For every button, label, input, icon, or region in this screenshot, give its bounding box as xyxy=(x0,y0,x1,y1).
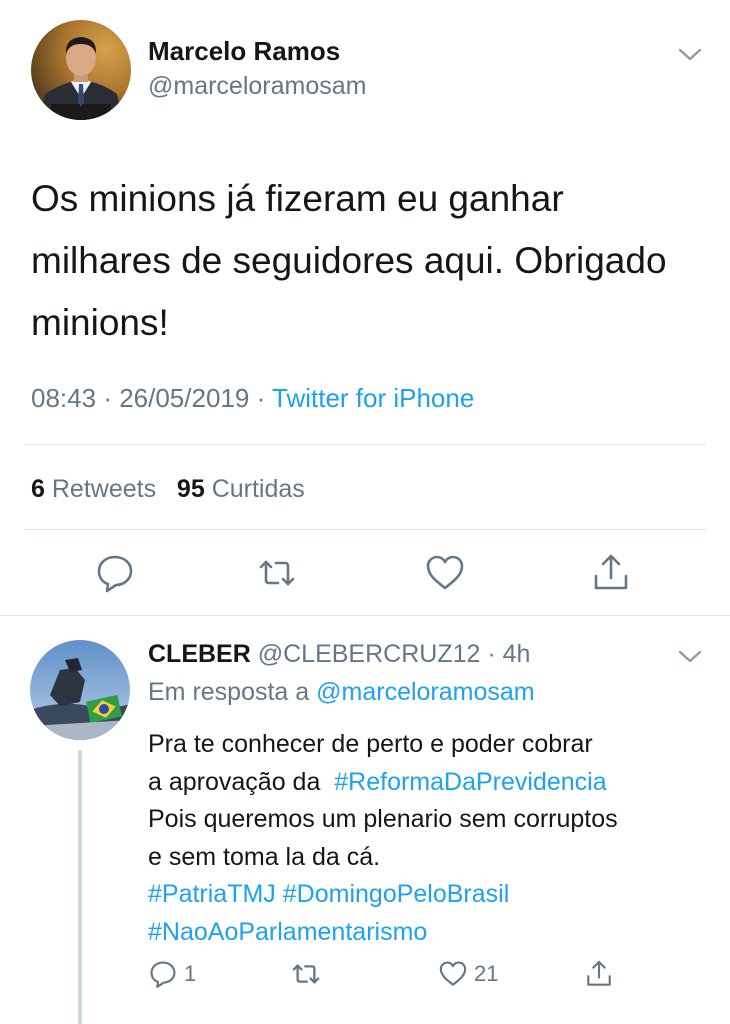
tweet-text-line: minions! xyxy=(31,302,169,343)
author-avatar[interactable] xyxy=(31,20,131,120)
tweet-meta: 08:43 · 26/05/2019 · Twitter for iPhone xyxy=(31,383,474,414)
reply-author-name[interactable]: CLEBER xyxy=(148,640,251,668)
replying-mention[interactable]: @marceloramosam xyxy=(316,678,534,706)
reply-header: CLEBER @CLEBERCRUZ12 · 4h xyxy=(148,640,530,669)
hashtag-link[interactable]: #ReformaDaPrevidencia xyxy=(334,768,606,796)
reply-text-line: #PatriaTMJ #DomingoPeloBrasil xyxy=(148,876,708,914)
reply-text-line: Pra te conhecer de perto e poder cobrar xyxy=(148,730,593,758)
main-tweet: Marcelo Ramos @marceloramosam Os minions… xyxy=(0,0,730,616)
meta-separator: · xyxy=(480,640,503,668)
reply-avatar[interactable] xyxy=(30,640,130,740)
likes-stat[interactable]: 95 Curtidas xyxy=(177,475,305,503)
reply-text-line: a aprovação da #ReformaDaPrevidencia xyxy=(148,764,708,802)
chevron-down-icon[interactable] xyxy=(676,642,704,670)
reply-count: 1 xyxy=(184,961,197,986)
divider xyxy=(24,529,706,530)
hashtag-link[interactable]: #PatriaTMJ xyxy=(148,880,276,908)
reply-author-handle[interactable]: @CLEBERCRUZ12 xyxy=(258,640,481,668)
retweets-count: 6 xyxy=(31,475,45,503)
reply-text-line: e sem toma la da cá. xyxy=(148,842,381,871)
meta-separator: · xyxy=(103,383,120,413)
tweet-text: Os minions já fizeram eu ganhar milhares… xyxy=(31,168,711,354)
tweet-text-line: Os minions já fizeram eu ganhar xyxy=(31,178,564,219)
replying-to: Em resposta a @marceloramosam xyxy=(148,678,535,707)
reply-text: Pra te conhecer de perto e poder cobrar … xyxy=(148,726,708,951)
retweets-label: Retweets xyxy=(51,475,157,503)
retweet-icon xyxy=(292,964,320,984)
reply-icon xyxy=(150,961,176,988)
reply-icon[interactable] xyxy=(94,552,136,594)
reply-share-button[interactable] xyxy=(584,956,614,992)
like-count: 21 xyxy=(474,961,499,986)
share-icon xyxy=(587,960,611,986)
reply-text-line: Pois queremos um plenario sem corruptos xyxy=(148,805,618,833)
chevron-down-icon[interactable] xyxy=(676,40,704,68)
likes-label: Curtidas xyxy=(211,475,305,503)
tweet-stats: 6 Retweets 95 Curtidas xyxy=(31,475,305,504)
tweet-actions xyxy=(0,552,730,600)
retweets-stat[interactable]: 6 Retweets xyxy=(31,475,156,503)
reply-text-line: #NaoAoParlamentarismo xyxy=(148,914,708,952)
share-icon[interactable] xyxy=(590,552,632,594)
like-icon[interactable] xyxy=(424,552,466,594)
reply-tweet[interactable]: CLEBER @CLEBERCRUZ12 · 4h Em resposta a … xyxy=(0,616,730,1024)
meta-separator: · xyxy=(256,383,272,413)
tweet-time[interactable]: 08:43 xyxy=(31,383,96,413)
retweet-icon[interactable] xyxy=(256,552,298,594)
reply-actions: 1 21 xyxy=(0,956,730,996)
tweet-text-line: milhares de seguidores aqui. Obrigado xyxy=(31,240,667,281)
author-handle[interactable]: @marceloramosam xyxy=(148,72,366,101)
like-icon xyxy=(439,961,467,986)
author-name[interactable]: Marcelo Ramos xyxy=(148,36,340,67)
reply-time: 4h xyxy=(502,640,531,668)
tweet-source-link[interactable]: Twitter for iPhone xyxy=(272,383,474,413)
reply-reply-button[interactable]: 1 xyxy=(148,956,196,992)
tweet-date[interactable]: 26/05/2019 xyxy=(119,383,249,413)
hashtag-link[interactable]: #NaoAoParlamentarismo xyxy=(148,918,427,946)
divider xyxy=(24,444,706,445)
hashtag-link[interactable]: #DomingoPeloBrasil xyxy=(283,880,510,908)
likes-count: 95 xyxy=(176,475,205,503)
reply-text-fragment: a aprovação da xyxy=(148,767,321,796)
replying-label: Em resposta a xyxy=(148,678,310,706)
reply-retweet-button[interactable] xyxy=(290,956,322,992)
reply-like-button[interactable]: 21 xyxy=(438,956,498,992)
